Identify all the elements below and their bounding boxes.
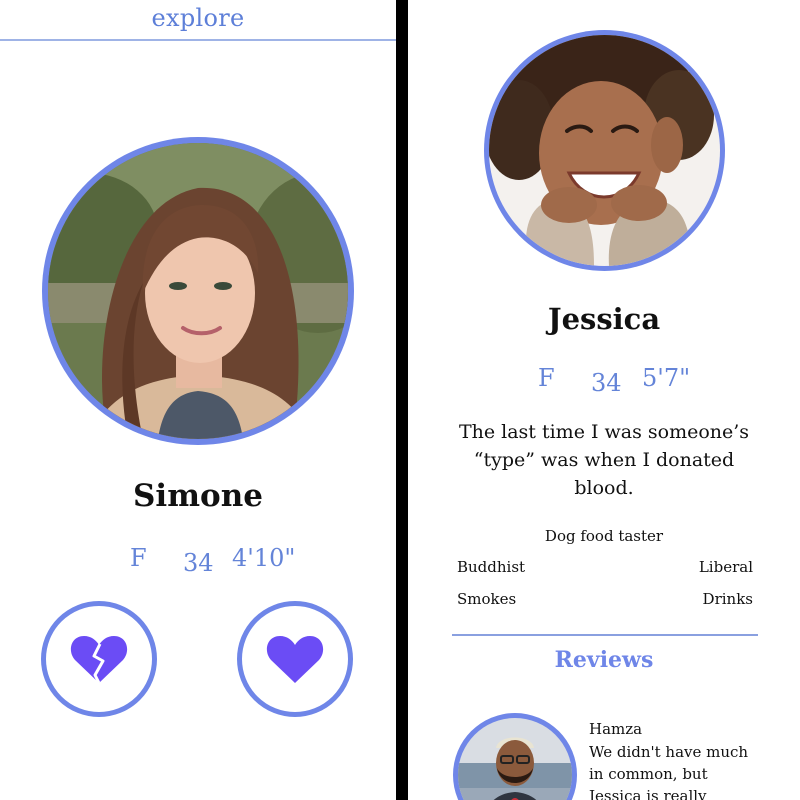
reviewer-avatar-image bbox=[458, 718, 572, 800]
profile-stats: F 34 4'10" bbox=[0, 544, 396, 577]
profile-gender: F bbox=[538, 364, 555, 392]
profile-politics: Liberal bbox=[698, 558, 753, 576]
reviews-divider bbox=[452, 634, 758, 636]
review-text: We didn't have much in common, but Jessi… bbox=[589, 743, 749, 800]
profile-stats: F 34 5'7" bbox=[408, 364, 800, 397]
profile-photo-image bbox=[489, 35, 720, 266]
dislike-button[interactable] bbox=[41, 601, 157, 717]
profile-name: Simone bbox=[133, 478, 263, 514]
profile-drinking: Drinks bbox=[702, 590, 753, 608]
profile-height: 5'7" bbox=[642, 364, 691, 392]
reviewer-name: Hamza bbox=[589, 720, 643, 738]
profile-photo-frame bbox=[484, 30, 725, 271]
profile-photo bbox=[48, 143, 348, 439]
broken-heart-icon bbox=[70, 636, 128, 684]
reviewer-avatar-frame[interactable] bbox=[453, 713, 577, 800]
heart-icon bbox=[266, 636, 324, 683]
profile-detail-panel: Jessica F 34 5'7" The last time I was so… bbox=[408, 0, 800, 800]
profile-photo-image bbox=[48, 143, 348, 439]
profile-height: 4'10" bbox=[232, 544, 296, 572]
profile-age: 34 bbox=[183, 549, 214, 577]
panel-divider bbox=[396, 0, 408, 800]
page-title: explore bbox=[151, 4, 245, 32]
profile-bio: The last time I was someone’s “type” was… bbox=[458, 421, 750, 499]
like-button[interactable] bbox=[237, 601, 353, 717]
profile-gender: F bbox=[130, 544, 147, 572]
profile-religion: Buddhist bbox=[457, 558, 526, 576]
profile-photo bbox=[489, 35, 720, 266]
profile-smoking: Smokes bbox=[457, 590, 517, 608]
explore-panel: explore Simone F 34 4'10" bbox=[0, 0, 396, 800]
header-divider bbox=[0, 39, 396, 41]
reviews-heading: Reviews bbox=[554, 647, 654, 673]
profile-photo-frame bbox=[42, 137, 354, 445]
profile-name: Jessica bbox=[547, 302, 661, 336]
profile-age: 34 bbox=[591, 369, 622, 397]
profile-job: Dog food taster bbox=[544, 527, 664, 545]
avatar bbox=[458, 718, 572, 800]
